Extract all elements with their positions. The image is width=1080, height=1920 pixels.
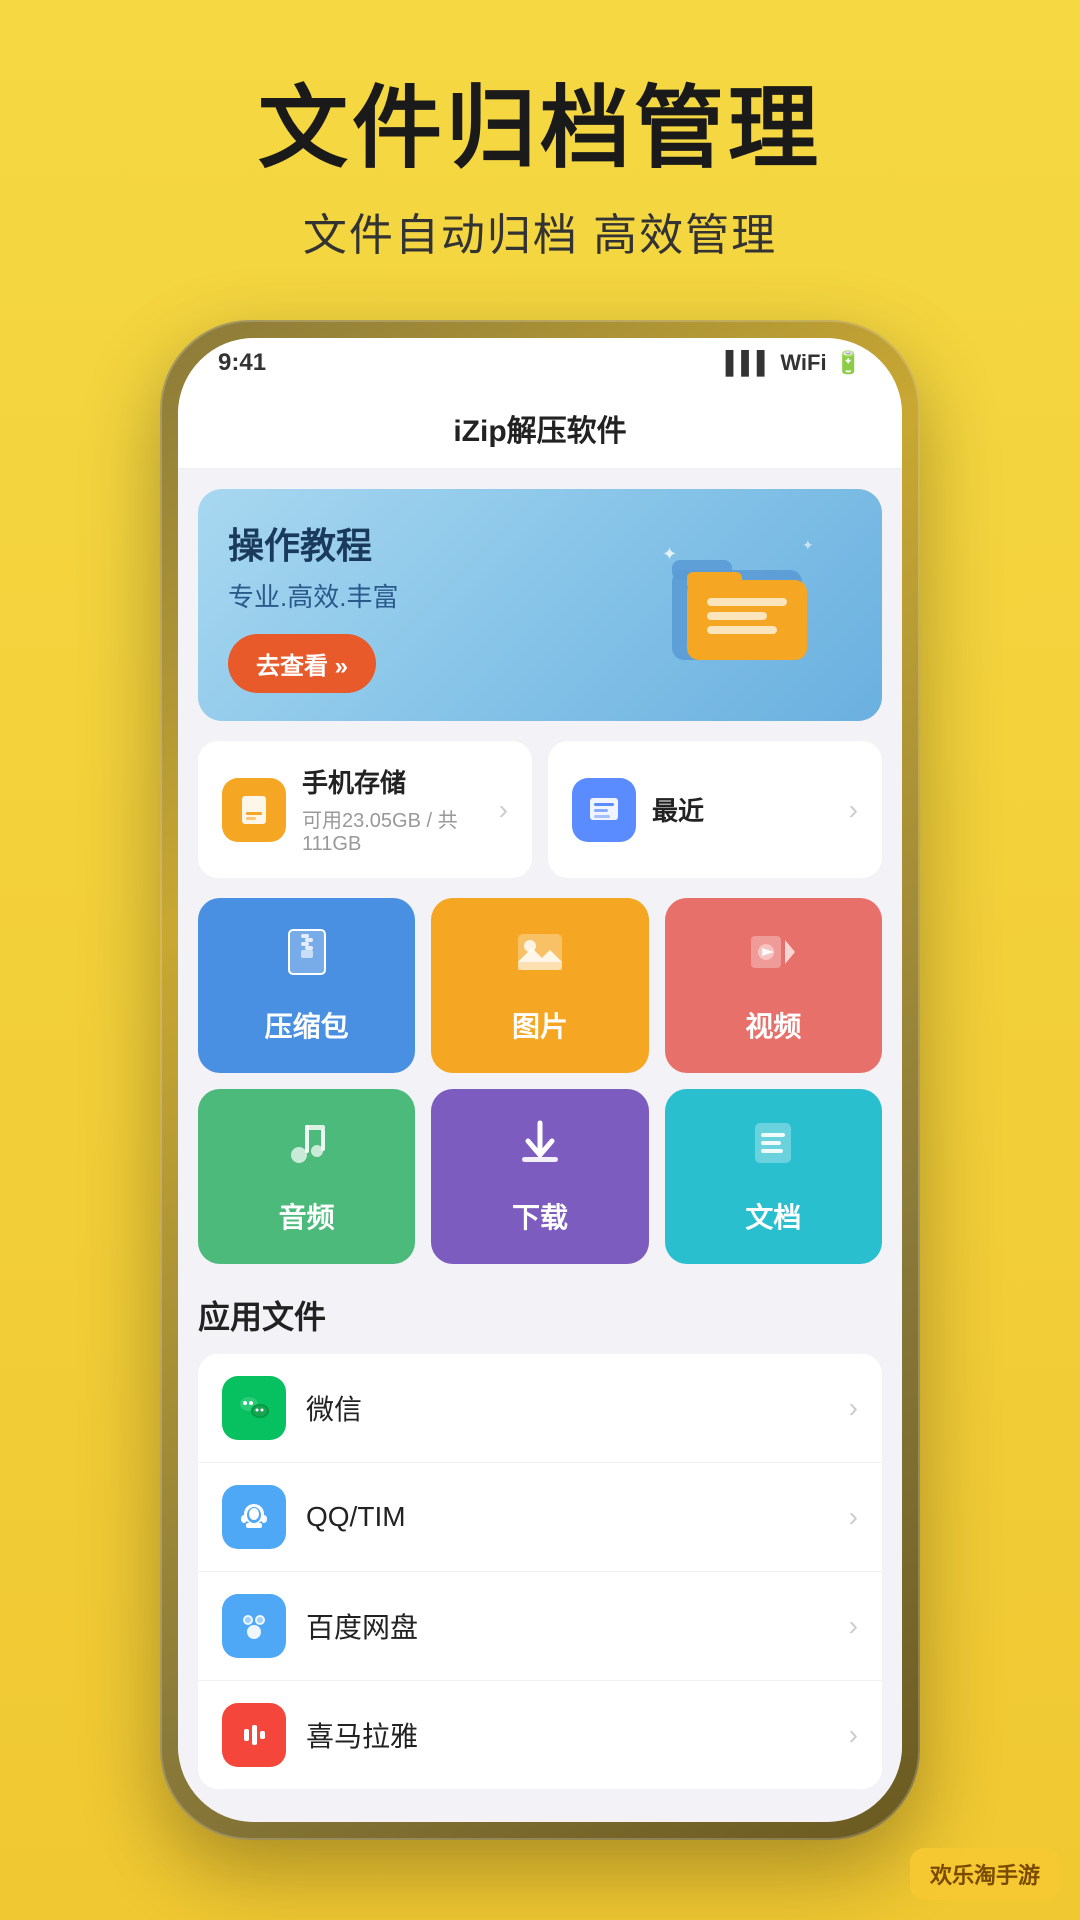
- ximalaya-icon: [222, 1703, 286, 1767]
- app-title: iZip解压软件: [453, 415, 626, 448]
- category-video[interactable]: 视频: [665, 898, 882, 1073]
- qq-chevron: ›: [849, 1501, 858, 1533]
- baidu-chevron: ›: [849, 1610, 858, 1642]
- wifi-icon: WiFi: [780, 350, 826, 376]
- zip-label: 压缩包: [265, 1005, 349, 1045]
- qq-name: QQ/TIM: [306, 1501, 829, 1533]
- app-list: 微信 ›: [198, 1354, 882, 1789]
- baidu-icon: [222, 1594, 286, 1658]
- image-label: 图片: [512, 1005, 568, 1045]
- folder-svg-icon: ✦ ✦ ✦: [652, 530, 832, 670]
- tutorial-banner[interactable]: 操作教程 专业.高效.丰富 去查看 » ✦ ✦ ✦: [198, 489, 882, 721]
- tutorial-subtitle: 专业.高效.丰富: [228, 577, 652, 614]
- svg-text:✦: ✦: [802, 537, 814, 553]
- category-grid: 压缩包 图片: [198, 898, 882, 1264]
- wechat-name: 微信: [306, 1388, 829, 1428]
- zip-icon: [281, 926, 333, 991]
- storage-icon: [222, 778, 286, 842]
- tutorial-button[interactable]: 去查看 »: [228, 634, 376, 693]
- header-area: 文件归档管理 文件自动归档 高效管理: [0, 0, 1080, 303]
- storage-card[interactable]: 手机存储 可用23.05GB / 共111GB ›: [198, 741, 532, 878]
- status-time: 9:41: [218, 349, 266, 377]
- svg-text:✦: ✦: [662, 544, 677, 564]
- watermark: 欢乐淘手游: [910, 1848, 1060, 1900]
- recent-card[interactable]: 最近 ›: [548, 741, 882, 878]
- storage-chevron: ›: [499, 794, 508, 826]
- recent-chevron: ›: [849, 794, 858, 826]
- audio-label: 音频: [279, 1196, 335, 1236]
- phone-mockup: 9:41 ▌▌▌ WiFi 🔋 iZip解压软件 操作教程 专业.高效.丰富: [160, 320, 920, 1840]
- wechat-chevron: ›: [849, 1392, 858, 1424]
- storage-detail: 可用23.05GB / 共111GB: [302, 804, 483, 856]
- docs-label: 文档: [745, 1196, 801, 1236]
- app-list-item-ximalaya[interactable]: 喜马拉雅 ›: [198, 1681, 882, 1789]
- phone-outer: 9:41 ▌▌▌ WiFi 🔋 iZip解压软件 操作教程 专业.高效.丰富: [160, 320, 920, 1840]
- status-icons: ▌▌▌ WiFi 🔋: [726, 350, 862, 376]
- tutorial-title: 操作教程: [228, 517, 652, 569]
- ximalaya-name: 喜马拉雅: [306, 1715, 829, 1755]
- category-download[interactable]: 下载: [431, 1089, 648, 1264]
- video-label: 视频: [745, 1005, 801, 1045]
- ximalaya-chevron: ›: [849, 1719, 858, 1751]
- audio-icon: [281, 1117, 333, 1182]
- docs-icon: [747, 1117, 799, 1182]
- category-image[interactable]: 图片: [431, 898, 648, 1073]
- app-list-item-wechat[interactable]: 微信 ›: [198, 1354, 882, 1463]
- signal-icon: ▌▌▌: [726, 350, 773, 376]
- image-icon: [514, 926, 566, 991]
- battery-icon: 🔋: [835, 350, 862, 376]
- tutorial-icon-area: ✦ ✦ ✦: [652, 530, 852, 680]
- app-list-item-baidu[interactable]: 百度网盘 ›: [198, 1572, 882, 1681]
- tutorial-text-area: 操作教程 专业.高效.丰富 去查看 »: [228, 517, 652, 693]
- recent-icon: [572, 778, 636, 842]
- storage-row: 手机存储 可用23.05GB / 共111GB ›: [198, 741, 882, 878]
- category-audio[interactable]: 音频: [198, 1089, 415, 1264]
- app-content: 操作教程 专业.高效.丰富 去查看 » ✦ ✦ ✦: [178, 469, 902, 1822]
- sub-title: 文件自动归档 高效管理: [0, 199, 1080, 263]
- wechat-icon: [222, 1376, 286, 1440]
- app-list-item-qq[interactable]: QQ/TIM ›: [198, 1463, 882, 1572]
- download-icon: [514, 1117, 566, 1182]
- main-title: 文件归档管理: [0, 80, 1080, 179]
- app-header: iZip解压软件: [178, 388, 902, 469]
- phone-inner: 9:41 ▌▌▌ WiFi 🔋 iZip解压软件 操作教程 专业.高效.丰富: [178, 338, 902, 1822]
- app-files-section-title: 应用文件: [198, 1292, 882, 1338]
- qq-icon: [222, 1485, 286, 1549]
- category-docs[interactable]: 文档: [665, 1089, 882, 1264]
- storage-info: 手机存储 可用23.05GB / 共111GB: [302, 763, 483, 856]
- category-zip[interactable]: 压缩包: [198, 898, 415, 1073]
- video-icon: [747, 926, 799, 991]
- status-bar: 9:41 ▌▌▌ WiFi 🔋: [178, 338, 902, 388]
- download-label: 下载: [512, 1196, 568, 1236]
- baidu-name: 百度网盘: [306, 1606, 829, 1646]
- storage-name: 手机存储: [302, 763, 483, 800]
- recent-name: 最近: [652, 791, 833, 828]
